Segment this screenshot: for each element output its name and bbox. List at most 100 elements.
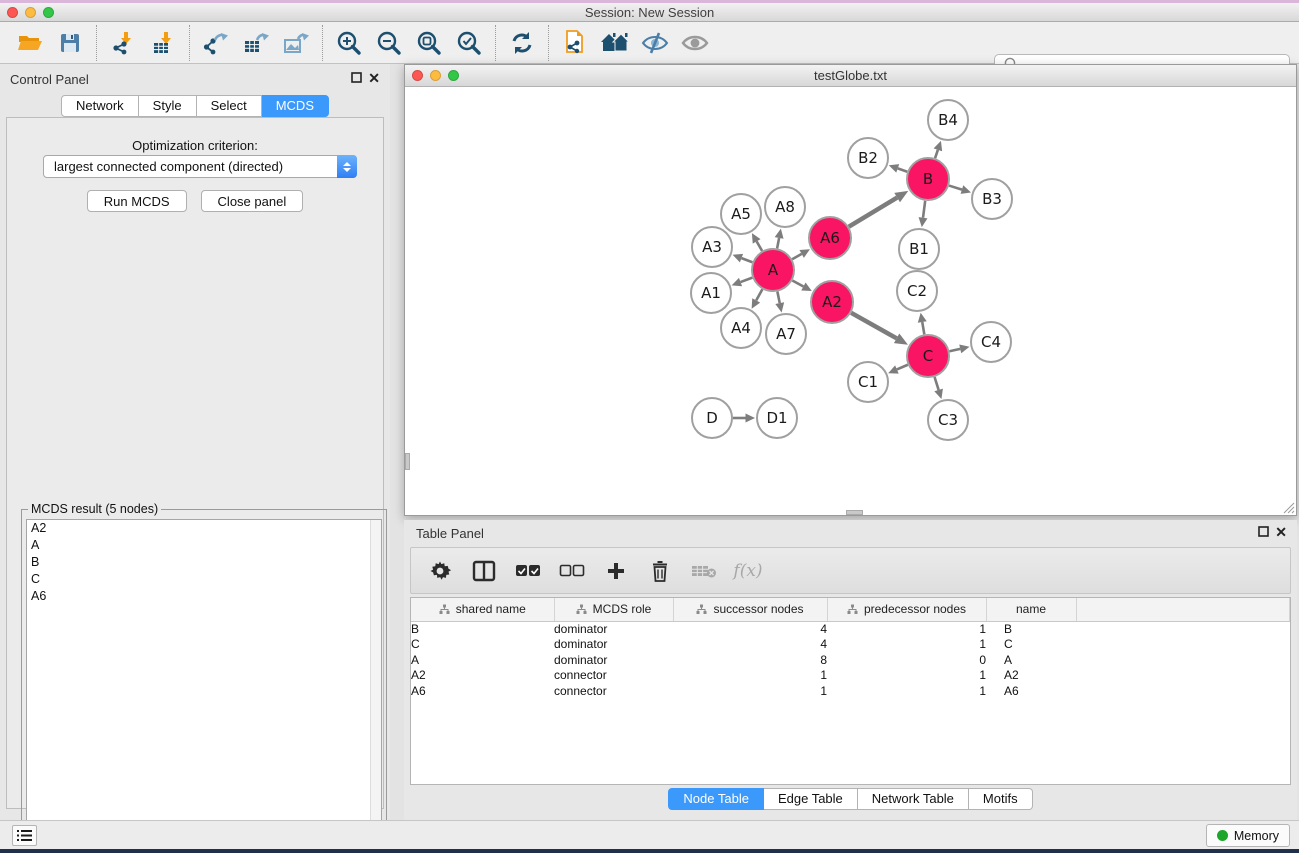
import-table-button[interactable] bbox=[143, 25, 183, 61]
table-float-panel-icon[interactable] bbox=[1258, 526, 1269, 537]
tab-style[interactable]: Style bbox=[139, 95, 197, 117]
network-edge[interactable] bbox=[934, 377, 943, 399]
network-node-A5[interactable]: A5 bbox=[721, 194, 761, 234]
close-panel-icon[interactable]: ✕ bbox=[368, 72, 380, 84]
network-node-B2[interactable]: B2 bbox=[848, 138, 888, 178]
network-node-C1[interactable]: C1 bbox=[848, 362, 888, 402]
table-row[interactable]: A2connector11A2 bbox=[411, 668, 1290, 684]
table-cell[interactable]: 1 bbox=[673, 668, 827, 684]
table-row[interactable]: Adominator80A bbox=[411, 653, 1290, 669]
table-cell[interactable]: 1 bbox=[827, 668, 986, 684]
network-node-B[interactable]: B bbox=[907, 158, 949, 200]
run-mcds-button[interactable]: Run MCDS bbox=[87, 190, 187, 212]
task-history-button[interactable] bbox=[12, 825, 37, 846]
network-node-A3[interactable]: A3 bbox=[692, 227, 732, 267]
zoom-out-button[interactable] bbox=[369, 25, 409, 61]
open-session-button[interactable] bbox=[10, 25, 50, 61]
function-builder-button[interactable]: f(x) bbox=[733, 554, 763, 588]
float-panel-icon[interactable] bbox=[351, 72, 362, 83]
network-node-C4[interactable]: C4 bbox=[971, 322, 1011, 362]
criterion-select[interactable]: largest connected component (directed) bbox=[43, 155, 357, 178]
network-edge[interactable] bbox=[888, 365, 908, 374]
table-cell[interactable]: A bbox=[411, 653, 554, 669]
network-node-B1[interactable]: B1 bbox=[899, 229, 939, 269]
column-header-predecessor-nodes[interactable]: predecessor nodes bbox=[827, 598, 986, 621]
zoom-selected-button[interactable] bbox=[449, 25, 489, 61]
network-edge[interactable] bbox=[775, 292, 784, 313]
show-all-button[interactable] bbox=[675, 25, 715, 61]
network-node-D1[interactable]: D1 bbox=[757, 398, 797, 438]
table-cell[interactable]: connector bbox=[554, 684, 673, 700]
table-cell[interactable]: A6 bbox=[986, 684, 1076, 700]
network-node-A8[interactable]: A8 bbox=[765, 187, 805, 227]
network-edge[interactable] bbox=[732, 278, 753, 287]
table-cell[interactable]: B bbox=[411, 621, 554, 637]
network-node-A[interactable]: A bbox=[752, 249, 794, 291]
network-edge[interactable] bbox=[792, 280, 811, 291]
network-node-C3[interactable]: C3 bbox=[928, 400, 968, 440]
table-cell[interactable]: A6 bbox=[411, 684, 554, 700]
network-edge[interactable] bbox=[918, 313, 927, 335]
network-edge[interactable] bbox=[733, 254, 753, 262]
network-edge[interactable] bbox=[889, 164, 907, 172]
delete-table-button[interactable] bbox=[689, 554, 719, 588]
network-edge[interactable] bbox=[775, 229, 784, 249]
mcds-result-item[interactable]: A2 bbox=[27, 520, 381, 537]
import-network-button[interactable] bbox=[103, 25, 143, 61]
network-edge[interactable] bbox=[851, 313, 908, 345]
export-network-button[interactable] bbox=[196, 25, 236, 61]
table-cell[interactable]: A2 bbox=[986, 668, 1076, 684]
column-header-name[interactable]: name bbox=[986, 598, 1076, 621]
network-node-A1[interactable]: A1 bbox=[691, 273, 731, 313]
network-node-A7[interactable]: A7 bbox=[766, 314, 806, 354]
network-node-A6[interactable]: A6 bbox=[809, 217, 851, 259]
close-panel-button[interactable]: Close panel bbox=[201, 190, 304, 212]
column-header-mcds-role[interactable]: MCDS role bbox=[554, 598, 673, 621]
table-settings-button[interactable] bbox=[425, 554, 455, 588]
zoom-fit-button[interactable] bbox=[409, 25, 449, 61]
mcds-result-item[interactable]: A6 bbox=[27, 588, 381, 605]
add-column-button[interactable] bbox=[601, 554, 631, 588]
network-edge[interactable] bbox=[752, 233, 762, 251]
network-edge[interactable] bbox=[919, 201, 928, 227]
table-cell[interactable]: 0 bbox=[827, 653, 986, 669]
network-vertical-scrollbar-thumb[interactable] bbox=[405, 453, 410, 470]
mcds-result-list[interactable]: A2ABCA6 bbox=[26, 519, 382, 848]
tab-node-table[interactable]: Node Table bbox=[668, 788, 764, 810]
resize-grip-icon[interactable] bbox=[1282, 501, 1295, 514]
tab-edge-table[interactable]: Edge Table bbox=[764, 788, 858, 810]
save-session-button[interactable] bbox=[50, 25, 90, 61]
network-edge[interactable] bbox=[949, 185, 971, 194]
table-cell[interactable]: C bbox=[411, 637, 554, 653]
mcds-result-item[interactable]: A bbox=[27, 537, 381, 554]
network-canvas[interactable]: B4B2BB3A5A8A6A3AB1A1C2A2A4A7C4CC1C3DD1 bbox=[405, 88, 1296, 515]
table-cell[interactable]: connector bbox=[554, 668, 673, 684]
table-row[interactable]: Bdominator41B bbox=[411, 621, 1290, 637]
network-node-B4[interactable]: B4 bbox=[928, 100, 968, 140]
table-cell[interactable]: dominator bbox=[554, 653, 673, 669]
tab-network-table[interactable]: Network Table bbox=[858, 788, 969, 810]
memory-button[interactable]: Memory bbox=[1206, 824, 1290, 847]
table-cell[interactable]: 4 bbox=[673, 621, 827, 637]
split-view-button[interactable] bbox=[469, 554, 499, 588]
delete-column-button[interactable] bbox=[645, 554, 675, 588]
export-table-button[interactable] bbox=[236, 25, 276, 61]
network-node-D[interactable]: D bbox=[692, 398, 732, 438]
export-image-button[interactable] bbox=[276, 25, 316, 61]
table-cell[interactable]: 1 bbox=[827, 637, 986, 653]
mcds-result-item[interactable]: C bbox=[27, 571, 381, 588]
refresh-view-button[interactable] bbox=[502, 25, 542, 61]
network-node-A4[interactable]: A4 bbox=[721, 308, 761, 348]
table-row[interactable]: A6connector11A6 bbox=[411, 684, 1290, 700]
table-cell[interactable]: 1 bbox=[827, 684, 986, 700]
network-window-titlebar[interactable]: testGlobe.txt bbox=[405, 65, 1296, 87]
tab-select[interactable]: Select bbox=[197, 95, 262, 117]
network-node-B3[interactable]: B3 bbox=[972, 179, 1012, 219]
new-network-from-selection-button[interactable] bbox=[555, 25, 595, 61]
table-cell[interactable]: dominator bbox=[554, 621, 673, 637]
table-cell[interactable]: 1 bbox=[673, 684, 827, 700]
table-cell[interactable]: C bbox=[986, 637, 1076, 653]
network-edge[interactable] bbox=[849, 191, 908, 227]
tab-mcds[interactable]: MCDS bbox=[262, 95, 329, 117]
network-node-C2[interactable]: C2 bbox=[897, 271, 937, 311]
